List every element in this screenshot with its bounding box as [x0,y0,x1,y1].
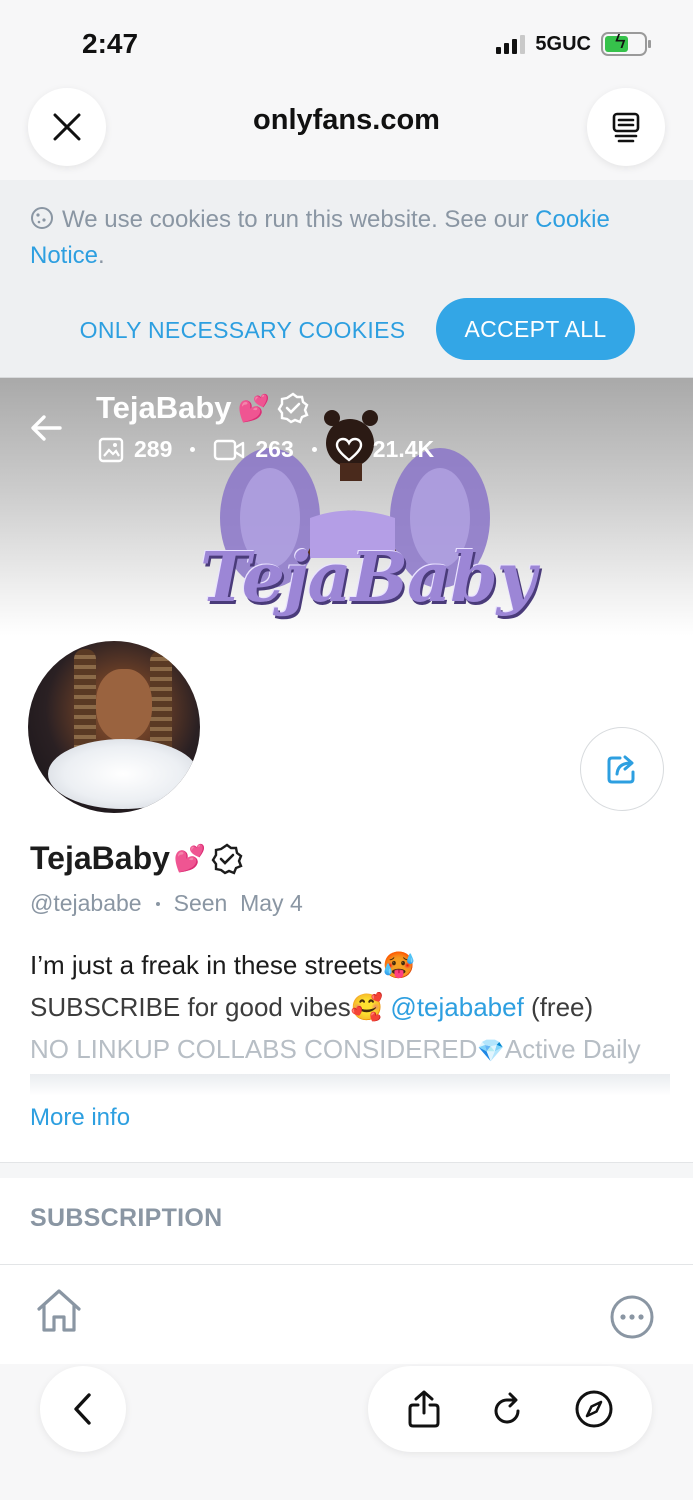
cookie-text-end: . [98,242,105,269]
verified-badge-icon [277,392,309,424]
profile-handle: @tejababe [30,890,142,916]
tabs-icon [612,112,640,143]
bio-line-3-emoji: 💎 [477,1038,505,1063]
bio-line-1: I’m just a freak in these streets [30,950,383,980]
share-profile-button[interactable] [580,727,664,811]
photos-count: 289 [134,436,173,462]
profile-handle-row: @tejababe Seen May 4 [30,890,303,917]
share-icon [607,755,635,784]
network-label: 5GUC [535,32,591,55]
status-indicators: 5GUC ϟ [496,31,651,56]
cookie-banner: We use cookies to run this website. See … [0,180,693,378]
image-icon [98,437,124,462]
profile-name: TejaBaby 💕 [30,840,244,877]
heart-icon [335,437,362,462]
compass-icon[interactable] [574,1389,614,1429]
cover-name-text: TejaBaby [96,390,232,425]
cover-stats: 289 263 21.4K [98,436,434,463]
back-arrow-button[interactable] [28,410,64,446]
status-time: 2:47 [82,28,139,59]
profile-name-emoji: 💕 [173,843,207,873]
verified-badge-icon [211,843,243,875]
profile-name-text: TejaBaby [30,840,170,876]
likes-count: 21.4K [372,436,435,462]
browser-back-button[interactable] [40,1366,126,1452]
cover-logo-text: TejaBaby [200,538,536,618]
video-icon [214,439,245,460]
bio-line-2-post: (free) [523,992,594,1022]
cookie-text: We use cookies to run this website. See … [62,206,529,233]
cover-name: TejaBaby 💕 [96,390,310,426]
section-divider [0,1162,693,1178]
status-bar: 2:47 5GUC ϟ [0,0,693,80]
bio-line-2: SUBSCRIBE for good vibes [30,992,351,1022]
bio-line-2-emoji: 🥰 [350,992,384,1022]
share-upload-icon[interactable] [406,1389,442,1429]
bio-fade-overlay [30,1074,670,1096]
avatar[interactable] [28,641,200,813]
battery-icon: ϟ [601,31,651,56]
cookie-icon [31,207,53,229]
home-icon[interactable] [34,1287,84,1335]
accept-all-button[interactable]: ACCEPT ALL [436,298,635,360]
bio-line-3-post: Active Daily [504,1034,641,1064]
signal-icon [496,34,526,54]
only-necessary-cookies-button[interactable]: ONLY NECESSARY COOKIES [70,300,415,360]
app-bottom-nav [0,1264,693,1364]
bio-mention-link[interactable]: @tejababef [390,992,523,1022]
profile-bio: I’m just a freak in these streets🥵 SUBSC… [30,944,670,1072]
bio-line-3: NO LINKUP COLLABS CONSIDERED [30,1034,478,1064]
subscription-heading: SUBSCRIPTION [30,1204,223,1232]
cookie-message: We use cookies to run this website. See … [30,202,650,274]
bio-line-1-emoji: 🥵 [382,950,415,980]
browser-toolbar [0,1364,693,1500]
videos-count: 263 [255,436,294,462]
tabs-button[interactable] [587,88,665,166]
profile-cover: TejaBaby TejaBaby 💕 289 263 21.4K [0,378,693,636]
reload-icon[interactable] [490,1389,526,1429]
more-info-link[interactable]: More info [30,1104,130,1132]
chevron-left-icon [74,1393,91,1425]
more-icon[interactable] [608,1293,656,1341]
browser-header: onlyfans.com [0,80,693,180]
browser-actions [368,1366,652,1452]
last-seen: Seen May 4 [173,890,303,916]
cover-name-emoji: 💕 [237,392,270,423]
